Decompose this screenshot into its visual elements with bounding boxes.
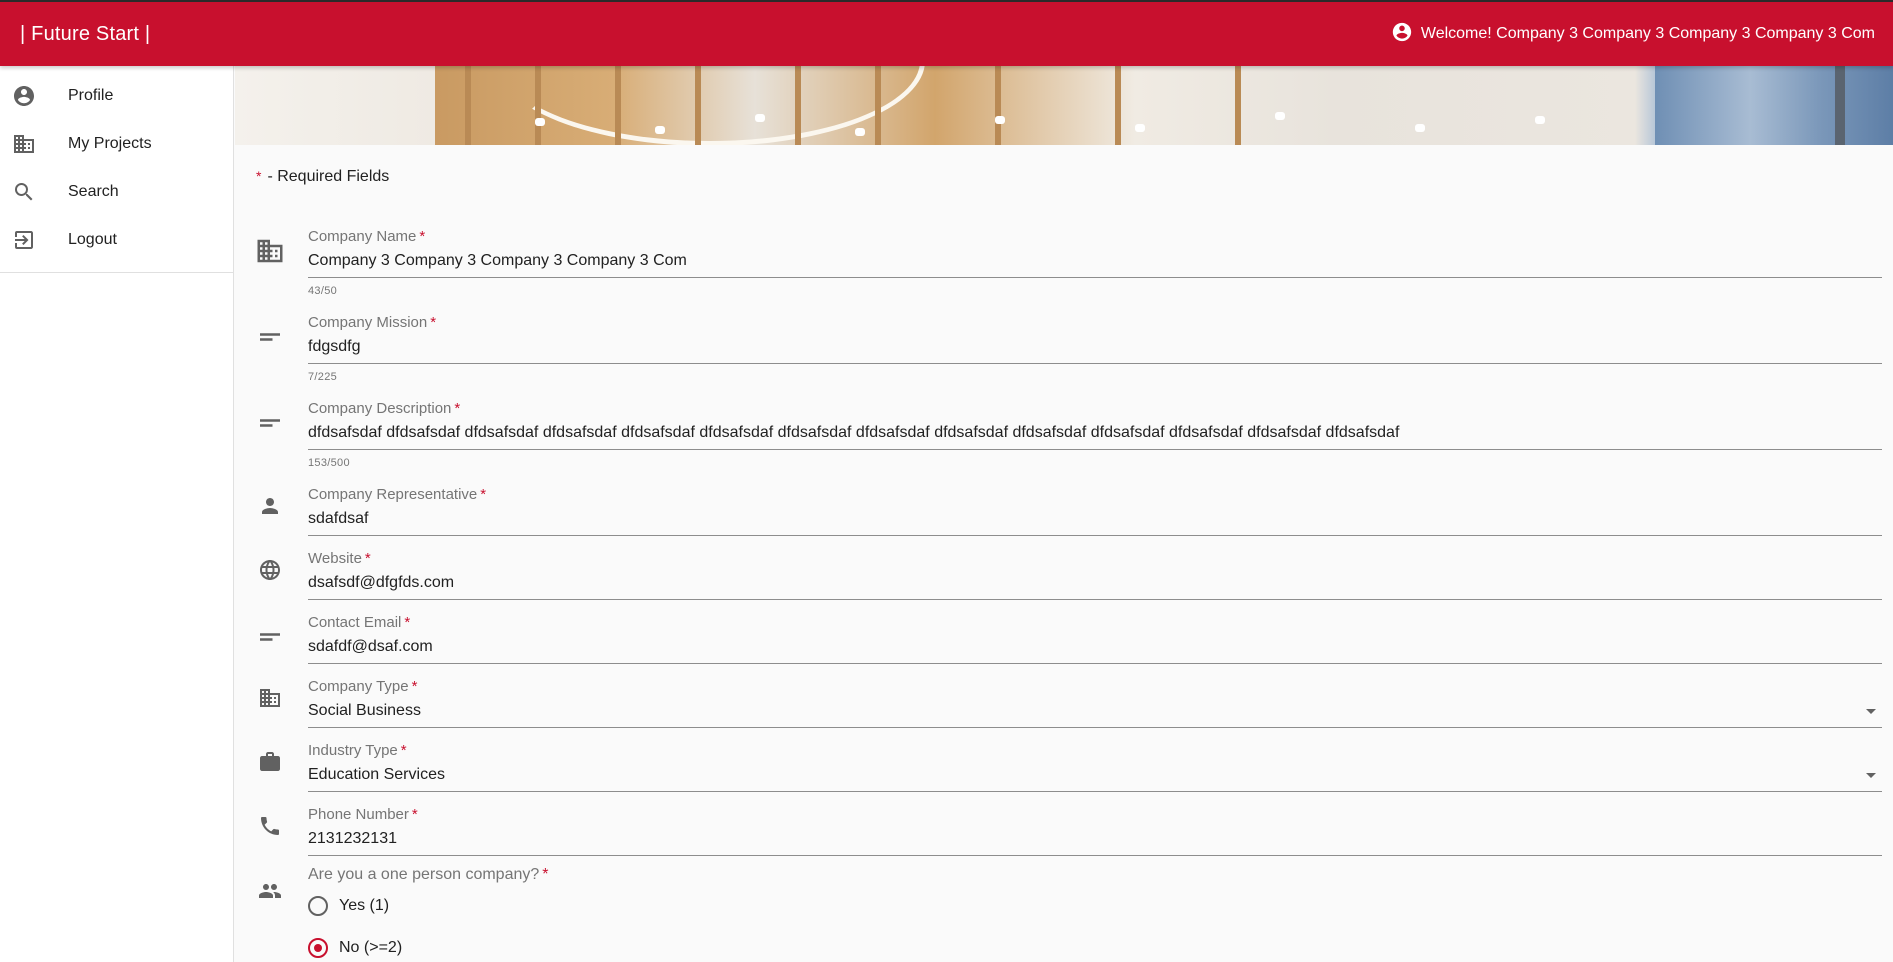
website-label: Website * (308, 550, 371, 567)
domain-icon (12, 132, 36, 156)
radio-yes-label: Yes (1) (339, 897, 390, 914)
website-input[interactable]: dsafsdf@dfgfds.com (308, 571, 1882, 600)
website-input-wrapper: Website * dsafsdf@dfgfds.com (308, 550, 1882, 600)
company-type-selected-value: Social Business (308, 702, 421, 719)
company-representative-input-wrapper: Company Representative * sdafdsaf (308, 486, 1882, 536)
short-text-icon (255, 322, 285, 352)
contact-email-label: Contact Email * (308, 614, 411, 631)
briefcase-icon (255, 747, 285, 777)
radio-yes[interactable]: Yes (1) (308, 896, 389, 916)
welcome-text: Welcome! Company 3 Company 3 Company 3 C… (1420, 25, 1875, 42)
required-star: * (256, 168, 262, 184)
phone-icon (255, 811, 285, 841)
office-banner-image (235, 66, 1893, 145)
person-icon (255, 491, 285, 521)
company-type-select-wrapper: Company Type * Social Business (308, 678, 1882, 728)
radio-no-label: No (>=2) (339, 939, 403, 956)
domain-icon (255, 236, 285, 266)
required-note-text: - Required Fields (267, 168, 390, 185)
logout-icon (12, 228, 36, 252)
sidebar-item-my-projects[interactable]: My Projects (0, 120, 233, 168)
phone-number-input-wrapper: Phone Number * 2131232131 (308, 806, 1882, 856)
search-icon (12, 180, 36, 204)
company-representative-input[interactable]: sdafdsaf (308, 507, 1882, 536)
sidebar-item-search[interactable]: Search (0, 168, 233, 216)
company-description-input-wrapper: Company Description * dfdsafsdaf dfdsafsd… (308, 400, 1882, 469)
industry-type-label: Industry Type * (308, 742, 407, 759)
globe-icon (255, 555, 285, 585)
company-description-label: Company Description * (308, 400, 461, 417)
company-mission-counter: 7/225 (308, 371, 338, 383)
company-mission-input-wrapper: Company Mission * fdgsdfg 7/225 (308, 314, 1882, 383)
phone-number-label: Phone Number * (308, 806, 418, 823)
dropdown-arrow-icon[interactable] (1866, 709, 1876, 714)
sidebar-item-label: Search (68, 183, 119, 200)
company-name-input-wrapper: Company Name * Company 3 Company 3 Compan… (308, 228, 1882, 297)
company-name-input[interactable]: Company 3 Company 3 Company 3 Company 3 … (308, 249, 1882, 278)
industry-type-selected-value: Education Services (308, 766, 445, 783)
app-header: | Future Start | Welcome! Company 3 Comp… (0, 0, 1893, 66)
required-fields-note: * - Required Fields (256, 168, 389, 186)
radio-no[interactable]: No (>=2) (308, 938, 402, 958)
company-description-counter: 153/500 (308, 457, 350, 469)
account-circle-icon (1391, 21, 1413, 48)
sidebar-item-profile[interactable]: Profile (0, 72, 233, 120)
short-text-icon (255, 622, 285, 652)
sidebar-item-logout[interactable]: Logout (0, 216, 233, 264)
industry-type-select[interactable]: Education Services (308, 763, 1882, 792)
contact-email-input[interactable]: sdafdf@dsaf.com (308, 635, 1882, 664)
company-description-input[interactable]: dfdsafsdaf dfdsafsdaf dfdsafsdaf dfdsafs… (308, 421, 1882, 450)
radio-unchecked-icon[interactable] (308, 896, 328, 916)
account-circle-icon (12, 84, 36, 108)
company-representative-label: Company Representative * (308, 486, 487, 503)
short-text-icon (255, 408, 285, 438)
sidebar-nav: Profile My Projects Search Logout (0, 66, 233, 273)
people-icon (255, 876, 285, 906)
app-brand-title[interactable]: | Future Start | (20, 23, 150, 46)
radio-checked-icon[interactable] (308, 938, 328, 958)
one-person-company-question: Are you a one person company? * (308, 866, 549, 883)
sidebar-item-label: Logout (68, 231, 117, 248)
company-mission-label: Company Mission * (308, 314, 437, 331)
industry-type-select-wrapper: Industry Type * Education Services (308, 742, 1882, 792)
sidebar-item-label: Profile (68, 87, 114, 104)
company-mission-input[interactable]: fdgsdfg (308, 335, 1882, 364)
company-name-counter: 43/50 (308, 285, 338, 297)
company-type-select[interactable]: Social Business (308, 699, 1882, 728)
welcome-area: Welcome! Company 3 Company 3 Company 3 C… (1391, 21, 1875, 48)
phone-number-input[interactable]: 2131232131 (308, 827, 1882, 856)
domain-icon (255, 683, 285, 713)
company-type-label: Company Type * (308, 678, 418, 695)
sidebar: Profile My Projects Search Logout (0, 66, 234, 962)
sidebar-item-label: My Projects (68, 135, 152, 152)
company-name-label: Company Name * (308, 228, 426, 245)
contact-email-input-wrapper: Contact Email * sdafdf@dsaf.com (308, 614, 1882, 664)
dropdown-arrow-icon[interactable] (1866, 773, 1876, 778)
